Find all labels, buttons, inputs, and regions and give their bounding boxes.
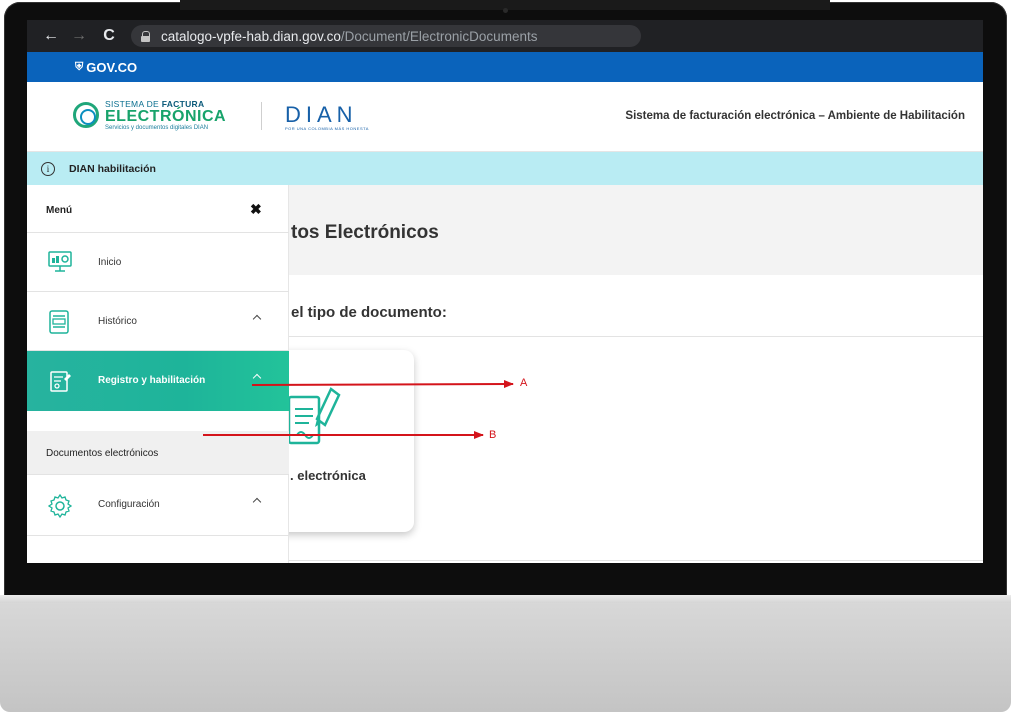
- header-title: Sistema de facturación electrónica – Amb…: [625, 110, 965, 122]
- lock-icon: [141, 30, 151, 42]
- monitor-chin-highlight: [0, 595, 1011, 603]
- address-bar[interactable]: catalogo-vpfe-hab.dian.gov.co/Document/E…: [131, 25, 641, 47]
- side-menu: Menú ✖ Inicio Histórico Registro y habil…: [27, 185, 289, 563]
- monitor-chin: [0, 595, 1011, 712]
- site-header: SISTEMA DE FACTURA ELECTRÓNICA Servicios…: [27, 82, 983, 152]
- gear-icon: [48, 494, 72, 518]
- invoice-pen-icon: [287, 387, 341, 445]
- annotation-label-b: B: [489, 429, 497, 441]
- chevron-up-icon[interactable]: [253, 314, 261, 322]
- menu-item-label: Inicio: [98, 257, 122, 268]
- url-path: /Document/ElectronicDocuments: [340, 28, 538, 44]
- page-title: tos Electrónicos: [291, 222, 439, 243]
- dian-tagline: POR UNA COLOMBIA MÁS HONESTA: [285, 126, 369, 131]
- sfe-logo-line2: ELECTRÓNICA: [105, 107, 227, 125]
- close-menu-button[interactable]: ✖: [250, 201, 262, 218]
- menu-title: Menú: [46, 205, 73, 216]
- dashboard-icon: [48, 251, 72, 272]
- gov-shield-icon: ⛨: [75, 60, 84, 73]
- document-list-icon: [49, 310, 69, 334]
- browser-toolbar: ← → C catalogo-vpfe-hab.dian.gov.co/Docu…: [27, 20, 983, 52]
- registration-icon: [50, 371, 71, 392]
- menu-item-inicio[interactable]: Inicio: [27, 233, 289, 292]
- submenu-item-documentos-electronicos[interactable]: Documentos electrónicos: [27, 431, 289, 475]
- menu-item-historico[interactable]: Histórico: [27, 292, 289, 351]
- section-subtitle: el tipo de documento:: [291, 304, 447, 321]
- gov-bar: ⛨ GOV.CO: [27, 52, 983, 82]
- camera-icon: [503, 8, 508, 13]
- divider: [289, 560, 983, 561]
- url-host: catalogo-vpfe-hab.dian.gov.co: [161, 28, 341, 44]
- sfe-logo[interactable]: SISTEMA DE FACTURA ELECTRÓNICA Servicios…: [73, 100, 226, 131]
- header-divider: [261, 102, 262, 130]
- sfe-logo-mark-icon: [73, 102, 99, 129]
- menu-header: Menú ✖: [27, 185, 289, 233]
- environment-bar: i DIAN habilitación: [27, 152, 983, 185]
- menu-item-label: Registro y habilitación: [98, 375, 206, 386]
- forward-button[interactable]: →: [67, 27, 91, 45]
- annotation-label-a: A: [520, 377, 528, 389]
- chevron-up-icon[interactable]: [253, 497, 261, 505]
- screen: ← → C catalogo-vpfe-hab.dian.gov.co/Docu…: [27, 20, 983, 563]
- menu-item-label: Histórico: [98, 316, 137, 327]
- submenu-item-label: Documentos electrónicos: [46, 448, 159, 459]
- chevron-up-icon[interactable]: [253, 373, 261, 381]
- back-button[interactable]: ←: [39, 27, 63, 45]
- sfe-logo-line3: Servicios y documentos digitales DIAN: [105, 124, 209, 131]
- gov-logo-text[interactable]: GOV.CO: [86, 60, 137, 75]
- dian-logo[interactable]: DIAN: [285, 102, 358, 128]
- info-icon: i: [41, 161, 55, 176]
- menu-item-registro-habilitacion[interactable]: Registro y habilitación: [27, 351, 289, 411]
- document-type-label: . electrónica: [290, 468, 366, 483]
- menu-item-label: Configuración: [98, 499, 160, 510]
- menu-item-configuracion[interactable]: Configuración: [27, 475, 289, 536]
- divider: [289, 336, 983, 337]
- reload-button[interactable]: C: [97, 27, 121, 45]
- environment-label: DIAN habilitación: [69, 162, 156, 175]
- monitor-mockup: ← → C catalogo-vpfe-hab.dian.gov.co/Docu…: [0, 0, 1011, 712]
